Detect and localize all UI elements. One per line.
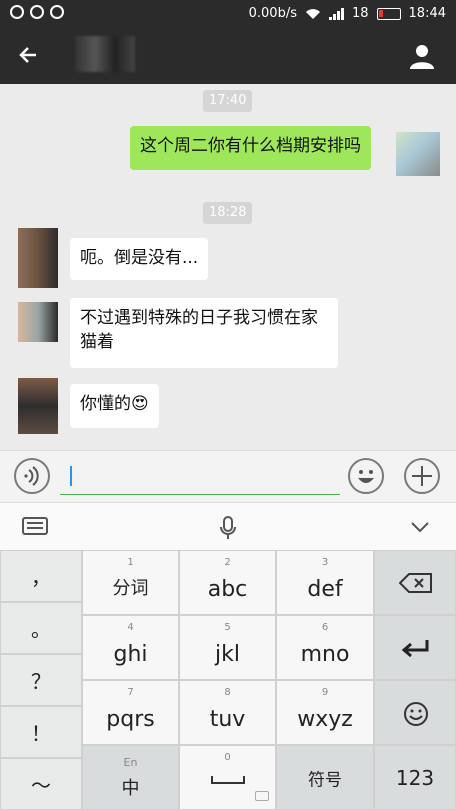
timestamp: 18:28 bbox=[203, 202, 253, 224]
emoji-key[interactable] bbox=[374, 680, 456, 745]
app-notification-icon bbox=[10, 5, 24, 19]
numbers-key[interactable]: 123 bbox=[374, 745, 456, 810]
chat-notification-icon bbox=[50, 5, 64, 19]
timestamp: 17:40 bbox=[203, 90, 253, 112]
key-6[interactable]: 6 mno bbox=[276, 615, 374, 680]
chat-area[interactable]: 17:40 这个周二你有什么档期安排吗 18:28 呃。倒是没有... 不过遇到… bbox=[0, 84, 456, 450]
space-key[interactable]: 0 bbox=[179, 745, 276, 810]
key-5[interactable]: 5 jkl bbox=[179, 615, 276, 680]
symbols-key[interactable]: 符号 bbox=[276, 745, 374, 810]
voice-icon[interactable] bbox=[14, 458, 50, 494]
space-icon bbox=[211, 776, 245, 784]
enter-icon bbox=[401, 640, 429, 658]
message-notification-icon bbox=[30, 5, 44, 19]
battery-level: 18 bbox=[351, 6, 369, 21]
key-period[interactable]: 。 bbox=[0, 602, 82, 654]
contact-avatar[interactable] bbox=[18, 378, 58, 434]
chat-header bbox=[0, 28, 456, 84]
battery-icon bbox=[376, 7, 401, 20]
key-tilde[interactable]: ～ bbox=[0, 758, 82, 810]
my-avatar[interactable] bbox=[396, 132, 440, 176]
text-cursor bbox=[70, 466, 72, 486]
keyboard: ， 。 ？ ！ ～ 1 分词 2 abc 3 def 4 ghi 5 jkl 6 mno 7… bbox=[0, 550, 456, 810]
collapse-keyboard-icon[interactable] bbox=[410, 519, 430, 538]
key-7[interactable]: 7 pqrs bbox=[82, 680, 179, 745]
emoji-icon[interactable] bbox=[348, 458, 384, 494]
network-speed: 0.00b/s bbox=[248, 6, 297, 21]
key-4[interactable]: 4 ghi bbox=[82, 615, 179, 680]
signal-icon bbox=[328, 7, 344, 20]
clock: 18:44 bbox=[408, 6, 446, 21]
key-1[interactable]: 1 分词 bbox=[82, 550, 179, 615]
person-icon[interactable] bbox=[408, 42, 436, 70]
keyboard-settings-icon[interactable] bbox=[255, 791, 269, 801]
notification-icons bbox=[10, 5, 64, 19]
key-question[interactable]: ？ bbox=[0, 654, 82, 706]
microphone-icon[interactable] bbox=[218, 515, 238, 545]
enter-key[interactable] bbox=[374, 615, 456, 680]
input-bar bbox=[0, 450, 456, 502]
backspace-icon bbox=[399, 573, 432, 593]
keyboard-switch-icon[interactable] bbox=[22, 517, 48, 535]
plus-icon[interactable] bbox=[404, 458, 440, 494]
contact-name-blurred bbox=[75, 36, 135, 72]
key-9[interactable]: 9 wxyz bbox=[276, 680, 374, 745]
contact-avatar[interactable] bbox=[18, 302, 58, 342]
message-input[interactable] bbox=[60, 461, 340, 495]
key-2[interactable]: 2 abc bbox=[179, 550, 276, 615]
message-incoming[interactable]: 呃。倒是没有... bbox=[70, 238, 209, 280]
key-comma[interactable]: ， bbox=[0, 550, 82, 602]
key-3[interactable]: 3 def bbox=[276, 550, 374, 615]
back-arrow-icon[interactable] bbox=[14, 40, 44, 70]
wifi-icon bbox=[305, 8, 320, 19]
message-outgoing[interactable]: 这个周二你有什么档期安排吗 bbox=[130, 126, 371, 170]
backspace-key[interactable] bbox=[374, 550, 456, 615]
key-exclamation[interactable]: ！ bbox=[0, 706, 82, 758]
key-8[interactable]: 8 tuv bbox=[179, 680, 276, 745]
language-switch-key[interactable]: En 中 bbox=[82, 745, 179, 810]
contact-avatar[interactable] bbox=[18, 228, 58, 288]
status-bar: 0.00b/s 18 18:44 bbox=[0, 0, 456, 28]
message-incoming[interactable]: 你懂的😍 bbox=[70, 384, 159, 428]
message-incoming[interactable]: 不过遇到特殊的日子我习惯在家猫着 bbox=[70, 298, 338, 368]
keyboard-toolbar bbox=[0, 502, 456, 550]
smiley-icon bbox=[404, 702, 428, 726]
